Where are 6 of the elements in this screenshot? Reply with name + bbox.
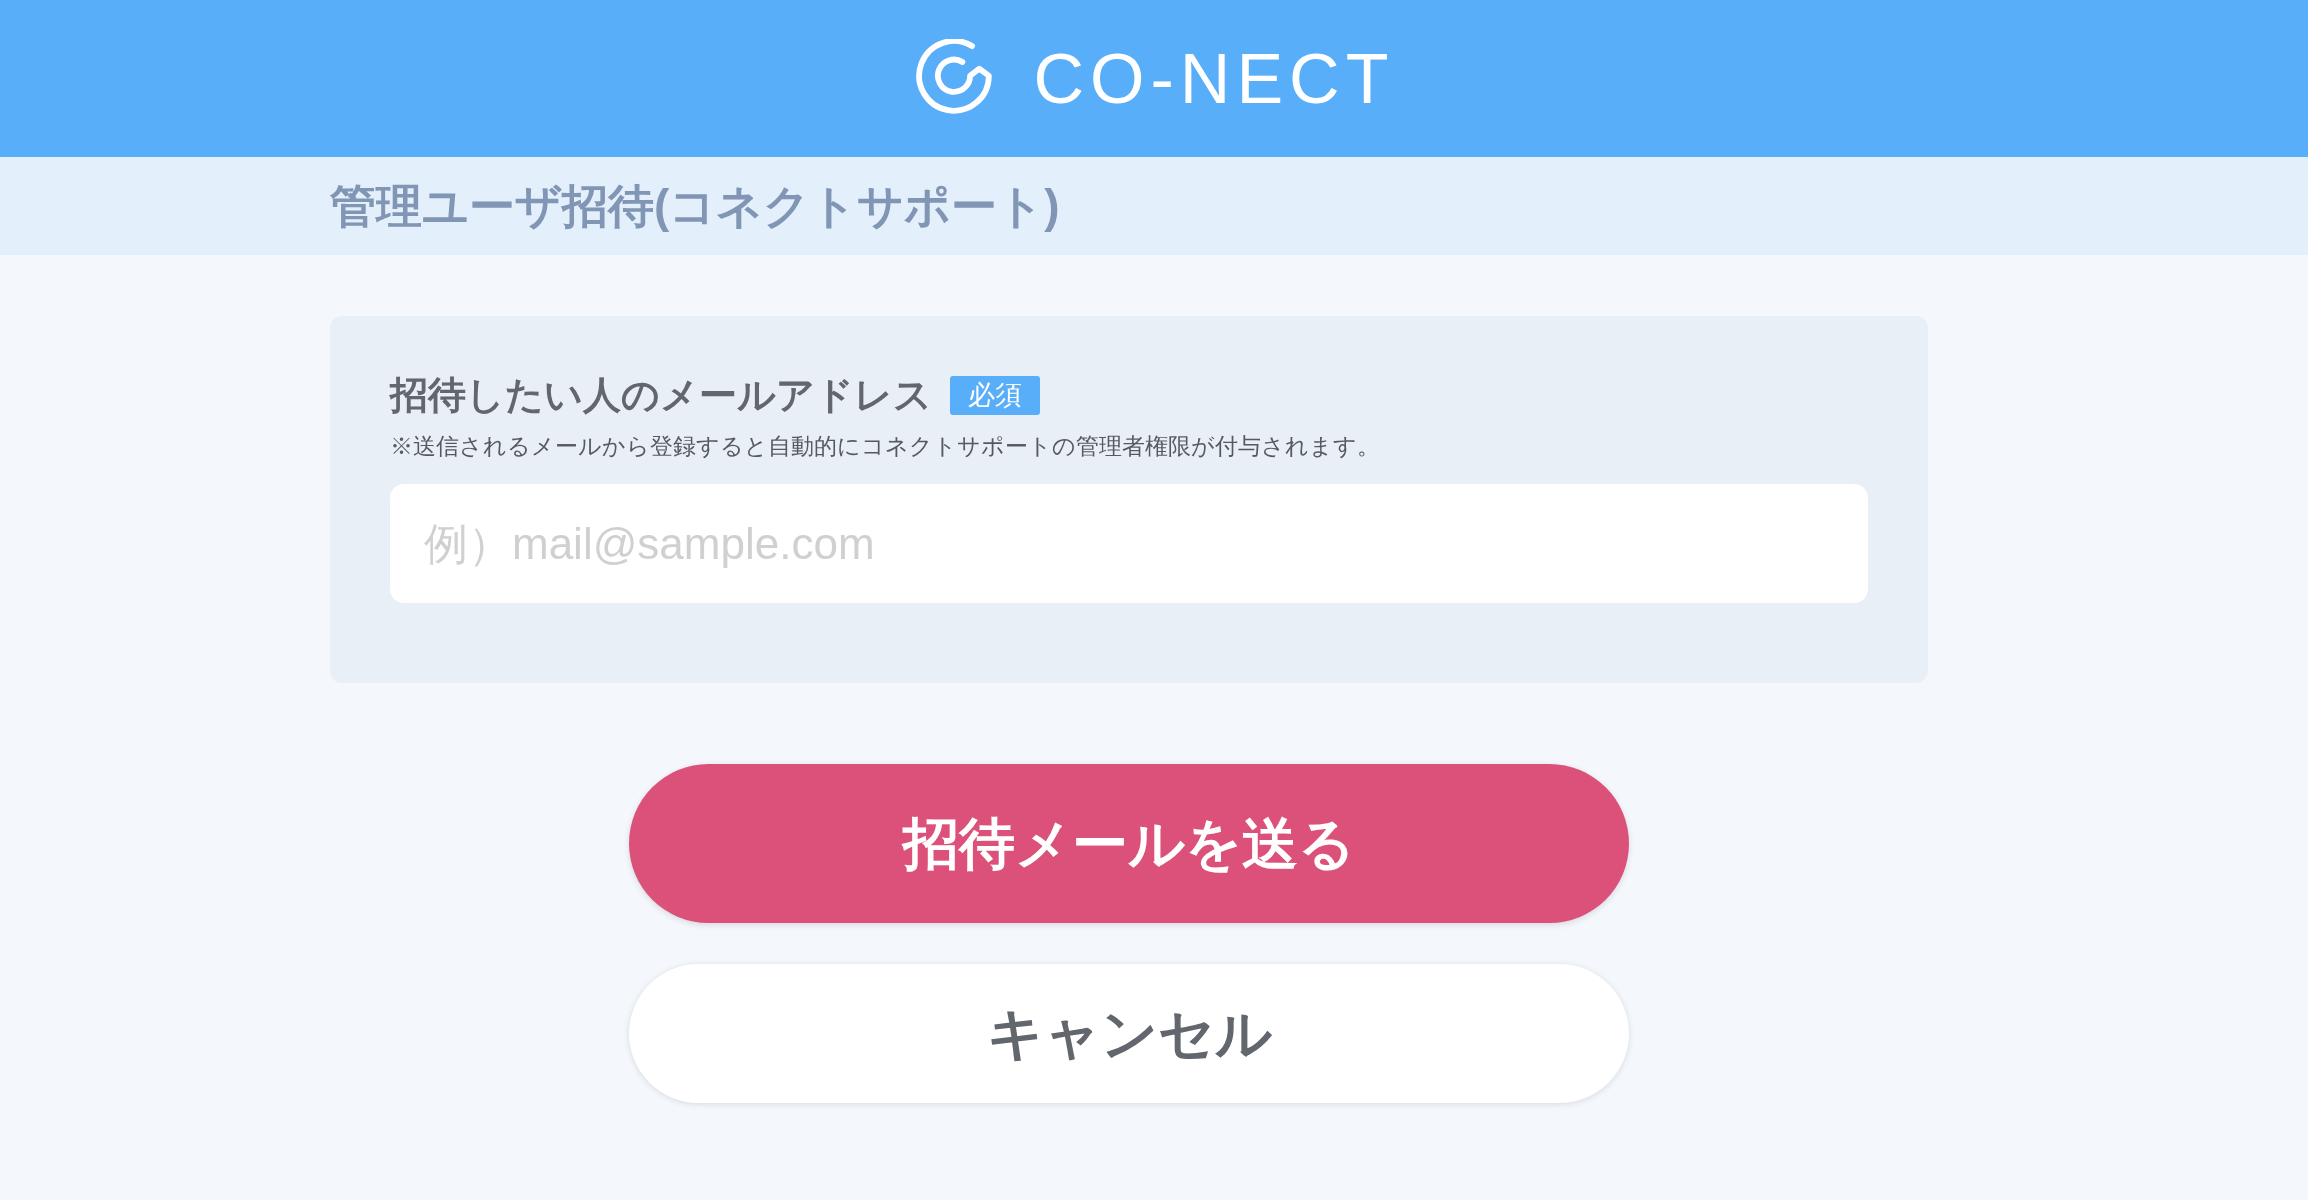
cancel-button[interactable]: キャンセル	[629, 964, 1629, 1104]
send-invite-button[interactable]: 招待メールを送る	[629, 764, 1629, 924]
logo-text: CO-NECT	[1033, 43, 1395, 114]
required-badge: 必須	[950, 376, 1040, 416]
field-note: ※送信されるメールから登録すると自動的にコネクトサポートの管理者権限が付与されます。	[390, 431, 1381, 461]
field-label: 招待したい人のメールアドレス	[390, 373, 932, 418]
